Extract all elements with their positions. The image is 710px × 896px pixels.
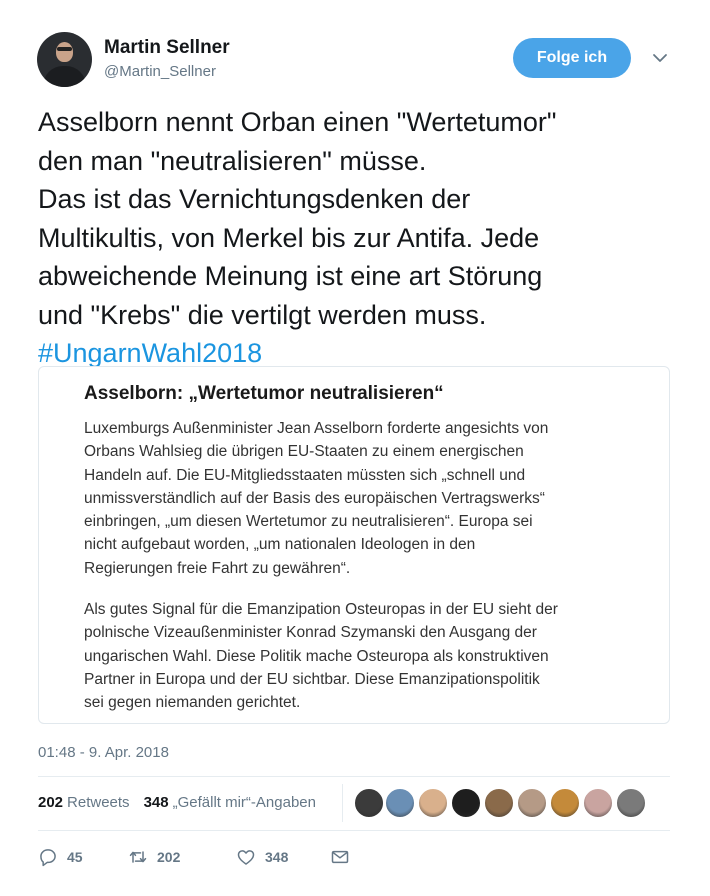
author-handle[interactable]: @Martin_Sellner <box>104 63 216 80</box>
avatar-sunglasses <box>57 47 72 51</box>
divider <box>38 776 670 777</box>
card-line: ungarischen Wahl. Diese Politik mache Os… <box>84 647 549 665</box>
heart-icon <box>237 850 255 865</box>
liker-avatar[interactable] <box>451 788 481 818</box>
tweet-line: Multikultis, von Merkel bis zur Antifa. … <box>38 222 540 253</box>
card-line: Regierungen freie Fahrt zu gewähren“. <box>84 559 351 577</box>
like-count: 348 <box>265 849 289 865</box>
stats-separator <box>342 784 343 822</box>
card-line: Luxemburgs Außenminister Jean Asselborn … <box>84 420 549 437</box>
tweet-line: abweichende Meinung ist eine art Störung <box>38 261 543 291</box>
card-line: nicht aufgebaut worden, „um nationalen I… <box>84 536 476 554</box>
likes-label: „Gefällt mir“-Angaben <box>172 794 316 811</box>
liker-avatar[interactable] <box>385 788 415 818</box>
tweet-timestamp[interactable]: 01:48 - 9. Apr. 2018 <box>38 744 169 761</box>
card-title: Asselborn: „Wertetumor neutralisieren“ <box>84 383 444 404</box>
retweets-count: 202 <box>38 794 64 811</box>
direct-message-action[interactable] <box>330 847 359 867</box>
card-paragraph-1: Luxemburgs Außenminister Jean Asselborn … <box>84 417 644 580</box>
card-line: Handeln auf. Die EU-Mitgliedsstaaten müs… <box>84 466 526 484</box>
card-line: polnische Vizeaußenminister Konrad Szyma… <box>84 624 537 642</box>
card-line: unmissverständlich auf der Basis des eur… <box>84 489 545 507</box>
tweet-line: Asselborn nennt Orban einen "Wertetumor" <box>38 107 557 137</box>
liker-avatar[interactable] <box>616 788 646 818</box>
liker-avatar[interactable] <box>418 788 448 818</box>
card-line: Partner in Europa und der EU sichtbar. D… <box>84 670 540 688</box>
tweet-line: und "Krebs" die vertilgt werden muss. <box>38 299 487 330</box>
card-paragraph-2: Als gutes Signal für die Emanzipation Os… <box>84 598 644 714</box>
avatar-face <box>56 42 73 62</box>
author-name[interactable]: Martin Sellner <box>104 37 230 59</box>
chevron-down-icon[interactable] <box>652 50 668 66</box>
reply-action[interactable]: 45 <box>38 847 96 867</box>
retweets-label: Retweets <box>67 794 130 811</box>
tweet-line: den man "neutralisieren" müsse. <box>38 145 427 176</box>
engagement-stats: 202 Retweets 348 „Gefällt mir“-Angaben <box>38 794 316 811</box>
card-line: sei gegen niemanden gerichtet. <box>84 694 301 712</box>
liker-avatar[interactable] <box>354 788 384 818</box>
retweets-stat[interactable]: 202 Retweets <box>38 794 130 811</box>
liker-avatar[interactable] <box>484 788 514 818</box>
card-line: Als gutes Signal für die Emanzipation Os… <box>84 601 558 618</box>
embedded-image-card[interactable]: Asselborn: „Wertetumor neutralisieren“ L… <box>38 366 670 724</box>
reply-count: 45 <box>67 849 83 865</box>
liker-avatar[interactable] <box>517 788 547 818</box>
author-avatar[interactable] <box>37 32 92 87</box>
reply-icon <box>40 849 56 867</box>
follow-button[interactable]: Folge ich <box>513 38 631 78</box>
liker-avatar[interactable] <box>583 788 613 818</box>
tweet-text: Asselborn nennt Orban einen "Wertetumor"… <box>38 103 678 373</box>
divider <box>38 830 670 831</box>
envelope-icon <box>331 850 349 864</box>
retweet-count: 202 <box>157 849 181 865</box>
liker-avatar[interactable] <box>550 788 580 818</box>
card-line: einbringen, „um diesen Wertetumor zu neu… <box>84 513 533 531</box>
tweet-line: Das ist das Vernichtungsdenken der <box>38 184 471 214</box>
likes-stat[interactable]: 348 „Gefällt mir“-Angaben <box>144 794 316 811</box>
likes-count: 348 <box>143 794 169 811</box>
retweet-action[interactable]: 202 <box>128 847 216 867</box>
like-action[interactable]: 348 <box>236 847 320 867</box>
avatar-shoulders <box>43 66 86 87</box>
retweet-icon <box>129 851 147 863</box>
tweet-actions: 45 202 348 <box>38 846 359 868</box>
card-line: Orbans Wahlsieg die übrigen EU-Staaten z… <box>84 443 524 461</box>
